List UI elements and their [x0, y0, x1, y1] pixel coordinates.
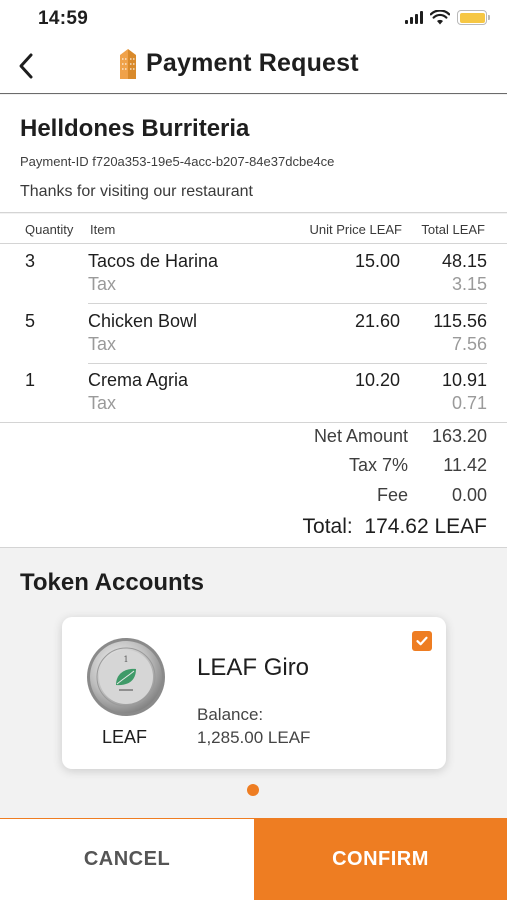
- chevron-left-icon: [19, 53, 33, 79]
- header-unit-price: Unit Price LEAF: [309, 222, 402, 237]
- wifi-icon: [430, 10, 450, 25]
- building-logo-icon: [120, 49, 136, 79]
- merchant-message: Thanks for visiting our restaurant: [20, 183, 253, 200]
- grand-total: Total: 174.62 LEAF: [302, 515, 487, 538]
- account-card-leaf-giro[interactable]: 1 LEAF LEAF Giro Balance: 1,285.00 LEAF: [62, 617, 446, 769]
- table-row: 3 Tacos de Harina 15.00 48.15 Tax 3.15: [0, 244, 507, 304]
- cancel-button[interactable]: CANCEL: [0, 819, 254, 900]
- back-button[interactable]: [8, 48, 44, 84]
- row-unit-price: 10.20: [354, 370, 400, 390]
- checkmark-icon: [416, 636, 428, 646]
- row-tax-value: 0.71: [451, 393, 487, 413]
- row-total: 115.56: [433, 311, 487, 331]
- status-time: 14:59: [38, 8, 89, 29]
- row-item: Crema Agria: [88, 370, 189, 390]
- row-tax-value: 7.56: [451, 334, 487, 354]
- payment-request-screen: 14:59 Payment Request Helldones Burriter…: [0, 0, 507, 900]
- row-item: Tacos de Harina: [88, 251, 219, 271]
- tax-rate-value: 11.42: [443, 455, 487, 475]
- payment-id: Payment-ID f720a353-19e5-4acc-b207-84e37…: [20, 154, 335, 169]
- row-tax-label: Tax: [88, 274, 117, 294]
- header-quantity: Quantity: [25, 222, 74, 237]
- account-name: LEAF Giro: [197, 654, 310, 681]
- battery-icon: [457, 10, 490, 25]
- action-footer: CANCEL CONFIRM: [0, 818, 507, 900]
- merchant-name: Helldones Burriteria: [20, 115, 250, 142]
- row-quantity: 5: [25, 311, 36, 331]
- items-table: Quantity Item Unit Price LEAF Total LEAF…: [0, 214, 507, 548]
- account-select-checkbox[interactable]: [412, 631, 432, 651]
- svg-text:1: 1: [123, 655, 128, 664]
- merchant-section: Helldones Burriteria Payment-ID f720a353…: [0, 95, 507, 213]
- row-unit-price: 21.60: [354, 311, 400, 331]
- row-divider: [0, 422, 507, 423]
- header-item: Item: [90, 222, 116, 237]
- row-unit-price: 15.00: [354, 251, 400, 271]
- page-indicator-dot[interactable]: [247, 784, 259, 796]
- fee-label: Fee: [376, 485, 408, 505]
- row-total: 10.91: [441, 370, 487, 390]
- token-accounts-title: Token Accounts: [20, 569, 205, 596]
- row-tax-label: Tax: [88, 334, 117, 354]
- nav-header: Payment Request: [0, 38, 507, 94]
- fee-value: 0.00: [451, 485, 487, 505]
- header-total: Total LEAF: [421, 222, 485, 237]
- status-bar: 14:59: [0, 0, 507, 38]
- row-tax-value: 3.15: [451, 274, 487, 294]
- row-quantity: 1: [25, 370, 36, 390]
- net-amount-value: 163.20: [431, 426, 487, 446]
- signal-icon: [405, 11, 423, 24]
- row-item: Chicken Bowl: [88, 311, 198, 331]
- row-quantity: 3: [25, 251, 36, 271]
- table-row: 1 Crema Agria 10.20 10.91 Tax 0.71: [0, 363, 507, 423]
- page-title: Payment Request: [146, 48, 359, 77]
- confirm-button[interactable]: CONFIRM: [254, 819, 507, 900]
- token-label: LEAF: [102, 727, 148, 747]
- balance-value: 1,285.00 LEAF: [197, 728, 311, 747]
- net-amount-label: Net Amount: [313, 426, 408, 446]
- header-title-group: Payment Request: [118, 47, 359, 79]
- leaf-coin-icon: 1: [87, 638, 165, 716]
- table-row: 5 Chicken Bowl 21.60 115.56 Tax 7.56: [0, 304, 507, 364]
- balance-label: Balance:: [197, 705, 264, 724]
- tax-rate-label: Tax 7%: [348, 455, 408, 475]
- status-icons: [405, 10, 490, 25]
- row-tax-label: Tax: [88, 393, 117, 413]
- row-total: 48.15: [441, 251, 487, 271]
- table-header: Quantity Item Unit Price LEAF Total LEAF: [0, 214, 507, 244]
